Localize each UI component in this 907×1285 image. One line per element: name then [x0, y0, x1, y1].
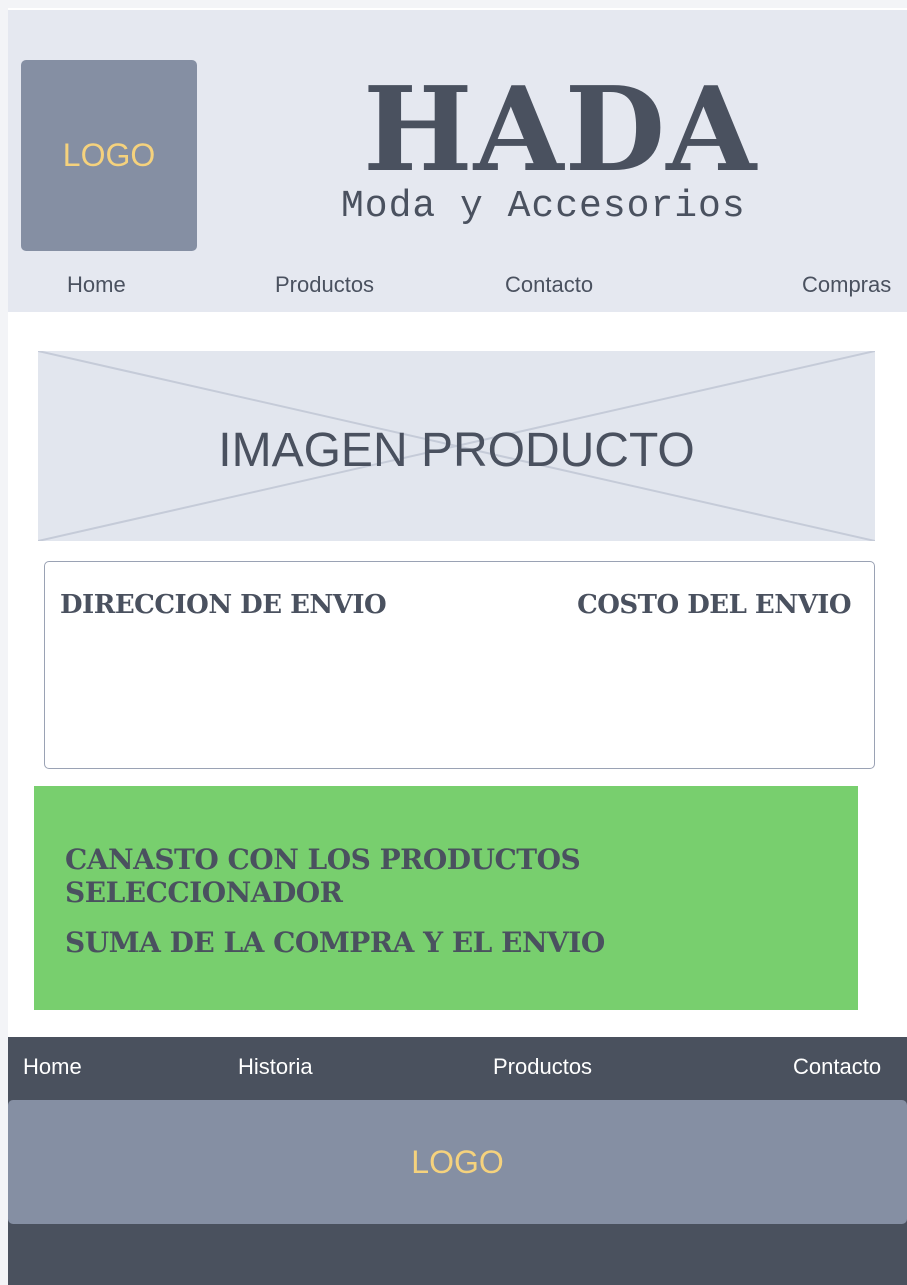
shipping-cost-label: COSTO DEL ENVIO [577, 590, 851, 620]
footer-nav-contacto[interactable]: Contacto [793, 1054, 881, 1080]
footer-nav-historia[interactable]: Historia [238, 1054, 313, 1080]
footer-nav-productos[interactable]: Productos [493, 1054, 592, 1080]
left-edge [0, 0, 8, 1285]
cart-products-label: CANASTO CON LOS PRODUCTOS SELECCIONADOR [65, 843, 581, 909]
page: LOGO HADA Moda y Accesorios Home Product… [0, 0, 907, 1285]
footer-nav-home[interactable]: Home [23, 1054, 82, 1080]
site-header: LOGO HADA Moda y Accesorios Home Product… [8, 10, 907, 312]
top-edge [0, 0, 907, 8]
brand-title: HADA [363, 62, 758, 198]
shipping-address-label: DIRECCION DE ENVIO [60, 590, 387, 620]
cart-panel: CANASTO CON LOS PRODUCTOS SELECCIONADOR … [34, 786, 858, 1010]
product-image-placeholder: IMAGEN PRODUCTO [38, 351, 875, 541]
site-footer: Home Historia Productos Contacto LOGO [8, 1037, 907, 1285]
product-image-label: IMAGEN PRODUCTO [218, 424, 695, 477]
header-logo[interactable]: LOGO [21, 60, 197, 251]
footer-logo[interactable]: LOGO [8, 1100, 907, 1224]
nav-contacto[interactable]: Contacto [505, 272, 593, 298]
nav-productos[interactable]: Productos [275, 272, 374, 298]
nav-compras[interactable]: Compras [802, 272, 891, 298]
cart-total-label: SUMA DE LA COMPRA Y EL ENVIO [65, 926, 605, 959]
brand-tagline: Moda y Accesorios [341, 185, 746, 228]
shipping-panel: DIRECCION DE ENVIO COSTO DEL ENVIO [44, 561, 875, 769]
nav-home[interactable]: Home [67, 272, 126, 298]
